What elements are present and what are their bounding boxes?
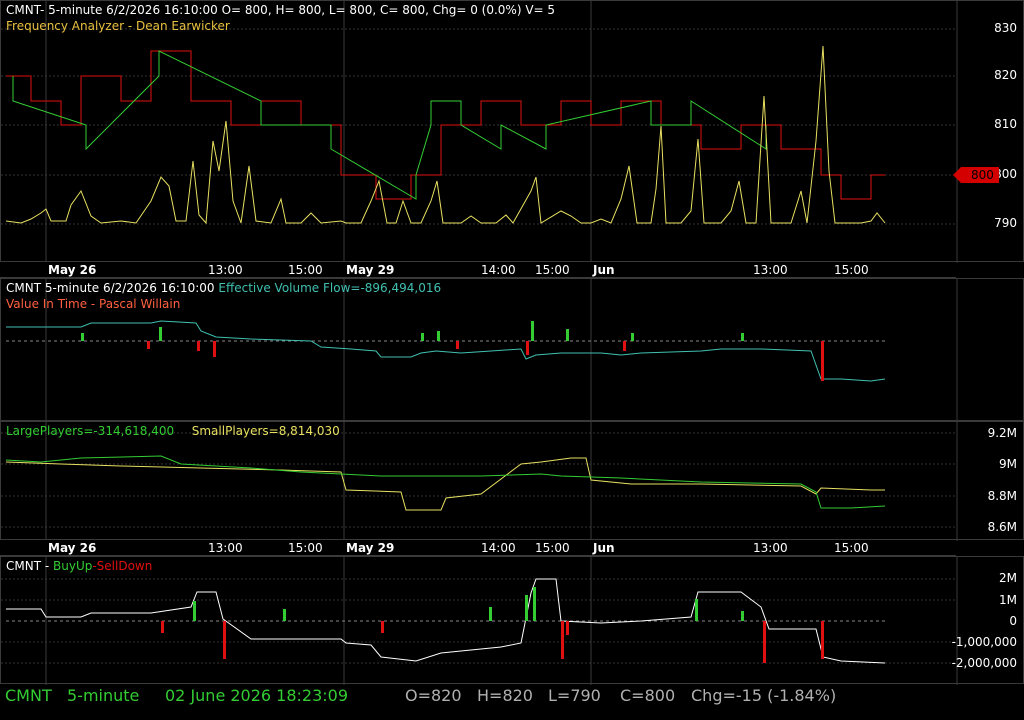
- buyup-y-label: 1M: [999, 593, 1017, 607]
- players-header: LargePlayers=-314,618,400 SmallPlayers=8…: [6, 424, 340, 438]
- time-label: 14:00: [481, 541, 516, 555]
- price-y-label: 830: [994, 21, 1017, 35]
- volume-flow-header: CMNT 5-minute 6/2/2026 16:10:00 Effectiv…: [6, 281, 441, 295]
- buyup-y-label: -1,000,000: [951, 635, 1017, 649]
- time-label: Jun: [593, 263, 615, 277]
- time-axis-bottom: May 26 13:00 15:00 May 29 14:00 15:00 Ju…: [0, 539, 956, 556]
- status-high: H=820: [477, 686, 533, 705]
- players-panel[interactable]: LargePlayers=-314,618,400 SmallPlayers=8…: [0, 421, 1024, 541]
- time-label: 13:00: [208, 263, 243, 277]
- time-label: May 26: [48, 263, 97, 277]
- time-label: 13:00: [208, 541, 243, 555]
- price-chart: [1, 1, 958, 263]
- time-label: 15:00: [834, 541, 869, 555]
- status-datetime: 02 June 2026 18:23:09: [165, 686, 349, 705]
- time-label: 15:00: [288, 263, 323, 277]
- time-label: May 29: [346, 541, 395, 555]
- time-label: 15:00: [535, 541, 570, 555]
- status-low: L=790: [548, 686, 601, 705]
- status-interval: 5-minute: [67, 686, 140, 705]
- large-players-value: LargePlayers=-314,618,400: [6, 424, 175, 438]
- buyup-symbol: CMNT -: [6, 559, 53, 573]
- volume-flow-subtitle: Value In Time - Pascal Willain: [6, 297, 181, 311]
- time-label: 14:00: [481, 263, 516, 277]
- players-chart: [1, 422, 958, 541]
- price-panel[interactable]: CMNT- 5-minute 6/2/2026 16:10:00 O= 800,…: [0, 0, 1024, 263]
- time-label: 15:00: [288, 541, 323, 555]
- time-label: May 26: [48, 541, 97, 555]
- price-y-label: 790: [994, 216, 1017, 230]
- selldown-label: -SellDown: [92, 559, 153, 573]
- volume-flow-symbol: CMNT 5-minute 6/2/2026 16:10:00: [6, 281, 215, 295]
- price-y-label: 820: [994, 68, 1017, 82]
- status-close: C=800: [620, 686, 676, 705]
- price-header-line1: CMNT- 5-minute 6/2/2026 16:10:00 O= 800,…: [6, 3, 556, 17]
- time-label: 15:00: [535, 263, 570, 277]
- buyup-label: BuyUp: [53, 559, 93, 573]
- buyup-y-label: 0: [1009, 614, 1017, 628]
- buyup-y-label: -2,000,000: [951, 656, 1017, 670]
- last-price-tag: 800: [953, 167, 999, 183]
- volume-flow-panel[interactable]: CMNT 5-minute 6/2/2026 16:10:00 Effectiv…: [0, 278, 1024, 422]
- buyup-y-label: 2M: [999, 571, 1017, 585]
- players-y-label: 8.8M: [987, 489, 1017, 503]
- players-y-label: 9M: [999, 457, 1017, 471]
- time-label: 13:00: [753, 541, 788, 555]
- small-players-value: SmallPlayers=8,814,030: [191, 424, 340, 438]
- time-axis-top: May 26 13:00 15:00 May 29 14:00 15:00 Ju…: [0, 261, 956, 278]
- time-label: May 29: [346, 263, 395, 277]
- buyup-selldown-chart: [1, 557, 958, 685]
- players-y-label: 8.6M: [987, 520, 1017, 534]
- time-label: Jun: [593, 541, 615, 555]
- price-header-line2: Frequency Analyzer - Dean Earwicker: [6, 19, 230, 33]
- players-y-label: 9.2M: [987, 426, 1017, 440]
- price-y-label: 810: [994, 117, 1017, 131]
- buyup-selldown-header: CMNT - BuyUp-SellDown: [6, 559, 152, 573]
- time-label: 13:00: [753, 263, 788, 277]
- time-label: 15:00: [834, 263, 869, 277]
- status-change: Chg=-15 (-1.84%): [691, 686, 837, 705]
- status-open: O=820: [405, 686, 462, 705]
- status-bar: CMNT 5-minute 02 June 2026 18:23:09 O=82…: [0, 685, 1024, 720]
- status-symbol: CMNT: [5, 686, 52, 705]
- buyup-selldown-panel[interactable]: CMNT - BuyUp-SellDown 2M 1M 0 -1,000,000…: [0, 556, 1024, 685]
- volume-flow-value: Effective Volume Flow=-896,494,016: [218, 281, 442, 295]
